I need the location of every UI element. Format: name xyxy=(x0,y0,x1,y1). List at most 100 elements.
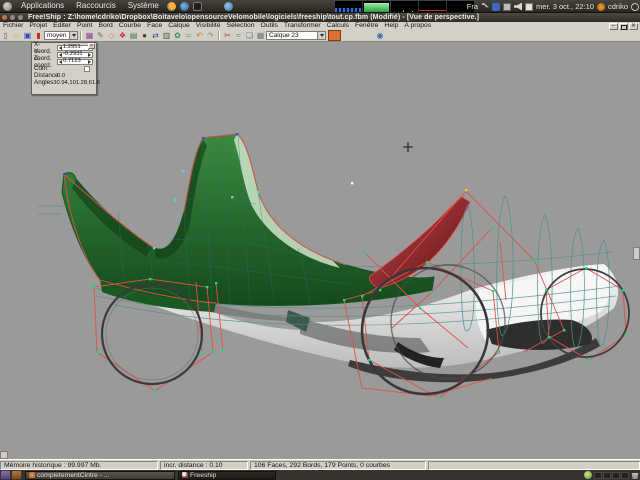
volume-icon[interactable] xyxy=(514,3,522,11)
precision-select[interactable]: moyen xyxy=(44,31,78,40)
menu-help[interactable]: Help xyxy=(381,22,401,30)
spin-right-icon[interactable] xyxy=(88,60,91,64)
menu-editer[interactable]: Editer xyxy=(50,22,74,30)
menu-applications[interactable]: Applications xyxy=(15,0,70,12)
task-window-1[interactable]: completementCintre - ... xyxy=(25,471,175,480)
network-arrows-icon[interactable] xyxy=(481,3,489,11)
window-titlebar[interactable]: Free!Ship : Z:\home\cdriko\Dropbox\Boita… xyxy=(0,13,640,22)
task-window-freeship[interactable]: Freeship xyxy=(178,471,276,480)
perspective-viewport[interactable]: × X-coord. 1.2951 Y-coord. -0.2931 Z-coo… xyxy=(0,42,640,459)
bluetooth-icon[interactable] xyxy=(492,3,500,11)
menu-selection[interactable]: Sélection xyxy=(224,22,258,30)
point-icon[interactable]: ◇ xyxy=(107,31,117,41)
close-icon[interactable]: × xyxy=(88,43,95,49)
menu-visibilite[interactable]: Visibilité xyxy=(193,22,224,30)
x-coord-value[interactable]: 1.2951 xyxy=(63,45,88,50)
menu-outils[interactable]: Outils xyxy=(258,22,281,30)
point-coordinates-dialog[interactable]: × X-coord. 1.2951 Y-coord. -0.2931 Z-coo… xyxy=(31,42,97,95)
status-memory: Mémoire historique : 99.997 Mb. xyxy=(0,461,158,470)
pencil-icon[interactable]: ✎ xyxy=(96,31,106,41)
menu-fenetre[interactable]: Fenêtre xyxy=(352,22,381,30)
spin-left-icon[interactable] xyxy=(59,53,62,57)
mdi-minimize-button[interactable]: – xyxy=(609,23,618,30)
window-maximize-button[interactable] xyxy=(18,15,23,20)
y-coord-value[interactable]: -0.2931 xyxy=(63,52,88,57)
workspace-2[interactable] xyxy=(603,472,611,479)
z-coord-value[interactable]: 0.7123 xyxy=(63,59,88,64)
menu-calculs[interactable]: Calculs xyxy=(324,22,352,30)
mdi-restore-button[interactable] xyxy=(619,23,628,30)
grid-icon[interactable]: ▦ xyxy=(256,31,266,41)
keyboard-layout-indicator[interactable]: Fra xyxy=(467,2,478,11)
cut-icon[interactable]: ✂ xyxy=(223,31,233,41)
undo-icon[interactable]: ↶ xyxy=(195,31,205,41)
leaf-icon[interactable]: ✿ xyxy=(173,31,183,41)
workspace-1[interactable] xyxy=(594,472,602,479)
power-icon[interactable] xyxy=(631,3,639,11)
layer-select[interactable]: Calque 23 xyxy=(266,31,326,40)
clock[interactable]: mer. 3 oct., 22:10 xyxy=(536,2,594,11)
system-monitor-applet[interactable] xyxy=(335,1,474,12)
redo-icon[interactable]: ↷ xyxy=(206,31,216,41)
menu-point[interactable]: Point xyxy=(74,22,96,30)
menu-raccourcis[interactable]: Raccourcis xyxy=(70,0,122,12)
exit-icon[interactable]: ▮ xyxy=(34,31,44,41)
flowlines-icon[interactable]: ≈ xyxy=(234,31,244,41)
flip-icon[interactable]: ⇄ xyxy=(151,31,161,41)
angles-label: Angles xyxy=(34,79,53,86)
show-desktop-icon[interactable] xyxy=(12,471,21,479)
menu-bord[interactable]: Bord xyxy=(95,22,115,30)
new-file-icon[interactable]: ▯ xyxy=(1,31,11,41)
corner-checkbox[interactable] xyxy=(84,66,90,72)
network-globe-icon[interactable] xyxy=(224,2,233,11)
security-badge-icon[interactable] xyxy=(597,3,605,11)
help-globe-icon[interactable]: ◉ xyxy=(375,31,385,41)
menu-systeme[interactable]: Système xyxy=(122,0,165,12)
display-icon[interactable] xyxy=(503,3,511,11)
workspace-switcher[interactable] xyxy=(594,472,629,479)
spin-left-icon[interactable] xyxy=(59,46,62,50)
menu-calque[interactable]: Calque xyxy=(165,22,193,30)
trash-icon[interactable] xyxy=(631,471,639,479)
status-increment-distance: incr. distance : 0.10 xyxy=(160,461,248,470)
save-icon[interactable]: ▣ xyxy=(23,31,33,41)
table-icon[interactable]: ▤ xyxy=(129,31,139,41)
workspace-4[interactable] xyxy=(621,472,629,479)
status-model-counts: 106 Faces, 292 Bords, 179 Points, 0 cour… xyxy=(250,461,426,470)
open-folder-icon[interactable]: ▱ xyxy=(12,31,22,41)
spin-left-icon[interactable] xyxy=(59,60,62,64)
menu-courbe[interactable]: Courbe xyxy=(116,22,144,30)
new-window-icon[interactable]: ❏ xyxy=(245,31,255,41)
mdi-close-button[interactable]: ✕ xyxy=(629,23,638,30)
username-label[interactable]: cdriko xyxy=(608,2,628,11)
viewport-edge-tab[interactable] xyxy=(633,247,640,260)
tray-icon[interactable] xyxy=(584,471,592,479)
firefox-icon[interactable] xyxy=(167,2,176,11)
solid-shade-icon[interactable]: ● xyxy=(140,31,150,41)
workspace-3[interactable] xyxy=(612,472,620,479)
window-minimize-button[interactable] xyxy=(10,15,15,20)
terminal-icon[interactable] xyxy=(193,2,202,11)
spin-right-icon[interactable] xyxy=(88,53,91,57)
menu-projet[interactable]: Projet xyxy=(26,22,50,30)
menu-apropos[interactable]: A propos xyxy=(401,22,434,30)
layer-color-button[interactable] xyxy=(328,30,341,41)
window-icon xyxy=(29,472,35,478)
mail-icon[interactable] xyxy=(525,3,533,11)
hydrostatics-icon[interactable]: ❖ xyxy=(118,31,128,41)
menu-transformer[interactable]: Transformer xyxy=(281,22,324,30)
workspace-icon[interactable] xyxy=(1,471,10,479)
menu-face[interactable]: Face xyxy=(144,22,165,30)
help-icon[interactable] xyxy=(180,2,189,11)
equal-icon[interactable]: ═ xyxy=(184,31,194,41)
distance-label: Distance xyxy=(34,72,57,79)
viewport-corner-box xyxy=(0,451,8,459)
window-close-button[interactable] xyxy=(2,15,7,20)
y-coord-field[interactable]: -0.2931 xyxy=(57,52,93,58)
distro-logo-icon[interactable] xyxy=(3,2,12,11)
linesplan-icon[interactable]: ▥ xyxy=(162,31,172,41)
intersections-icon[interactable]: ▦ xyxy=(85,31,95,41)
z-coord-field[interactable]: 0.7123 xyxy=(57,59,93,65)
wine-app-icon xyxy=(182,472,188,478)
menu-fichier[interactable]: Fichier xyxy=(0,22,26,30)
